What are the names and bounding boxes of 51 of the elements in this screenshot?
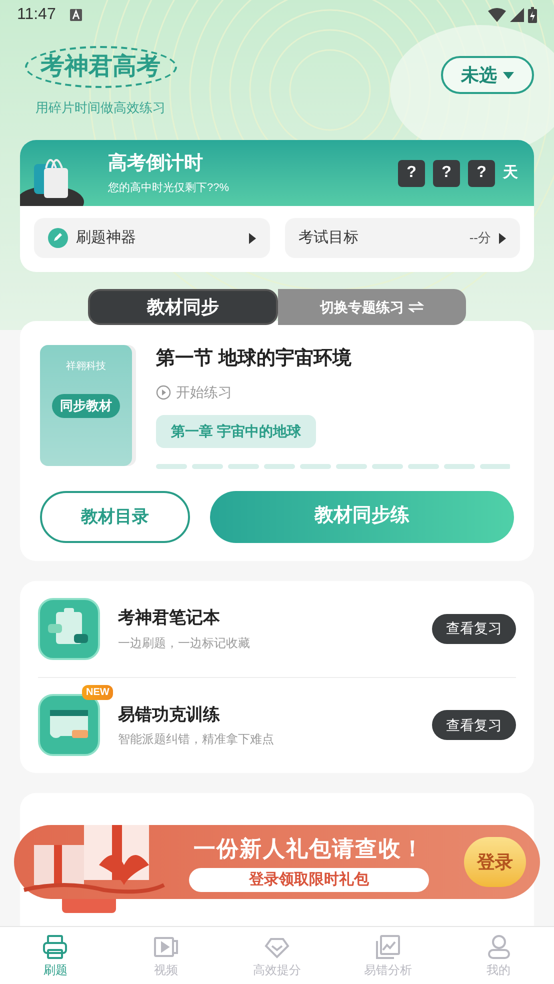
shortcut-button[interactable]: 刷题神器: [34, 218, 270, 258]
signal-icon: [510, 8, 524, 22]
tool-title: 考神君笔记本: [118, 607, 221, 630]
browser-search-app-icon: [38, 694, 100, 756]
countdown-unit: 天: [503, 162, 518, 183]
textbook-tab[interactable]: 教材同步: [88, 289, 278, 325]
countdown-title: 高考倒计时: [108, 152, 204, 176]
pencil-badge-icon: [48, 228, 68, 248]
play-circle-icon: [156, 384, 171, 400]
notification-icon: [70, 9, 82, 21]
play-arrow-icon: [499, 232, 506, 244]
dropdown-caret-icon: [503, 72, 514, 78]
review-button[interactable]: 查看复习: [432, 614, 516, 644]
banner-headline: 一份新人礼包请查收！: [194, 834, 424, 863]
section-title: 第一节 地球的宇宙环境: [156, 346, 352, 371]
sync-practice-button[interactable]: 教材同步练: [210, 490, 514, 542]
battery-icon: [528, 7, 537, 23]
nav-tab[interactable]: 高效提分: [222, 927, 332, 984]
slogan: 用碎片时间做高效练习: [36, 99, 166, 117]
nav-tab[interactable]: 我的: [443, 927, 554, 984]
nav-tab[interactable]: 视频: [110, 927, 222, 984]
new-badge: NEW: [82, 685, 114, 700]
chapter-tag: 第一章 宇宙中的地球: [156, 414, 316, 448]
countdown-digit: ?: [468, 160, 495, 186]
play-arrow-icon: [248, 232, 256, 244]
chart-icon: [374, 932, 402, 960]
tool-subtitle: 智能派题纠错，精准拿下难点: [118, 731, 275, 748]
countdown-digit: ?: [398, 160, 425, 186]
nav-tab[interactable]: 刷题: [0, 927, 111, 984]
countdown-digit: ?: [433, 160, 460, 186]
swap-arrows-icon: [408, 301, 424, 313]
shortcut-button[interactable]: 考试目标 --分: [284, 218, 520, 258]
start-practice-link[interactable]: 开始练习: [176, 382, 232, 402]
wifi-icon: [488, 8, 506, 22]
nav-tab[interactable]: 易错分析: [332, 927, 444, 984]
countdown-subtitle: 您的高中时光仅剩下??%: [108, 180, 230, 196]
printer-icon: [41, 932, 70, 960]
goal-value: --分: [469, 229, 491, 248]
login-button[interactable]: 登录: [464, 837, 526, 887]
textbook-tab[interactable]: 切换专题练习: [278, 289, 466, 325]
cover-brand: 祥翱科技: [66, 360, 106, 374]
tool-title: 易错功克训练: [118, 704, 221, 726]
banner-subline: 登录领取限时礼包: [189, 868, 429, 892]
clipboard-app-icon: [38, 598, 100, 660]
review-button[interactable]: 查看复习: [432, 710, 516, 740]
status-time: 11:47: [17, 5, 56, 25]
tool-subtitle: 一边刷题，一边标记收藏: [118, 634, 251, 652]
region-select-button[interactable]: 未选: [441, 56, 534, 94]
catalog-button[interactable]: 教材目录: [40, 490, 190, 542]
cover-label: 同步教材: [52, 394, 120, 418]
app-logo: 考神君高考: [24, 46, 176, 88]
